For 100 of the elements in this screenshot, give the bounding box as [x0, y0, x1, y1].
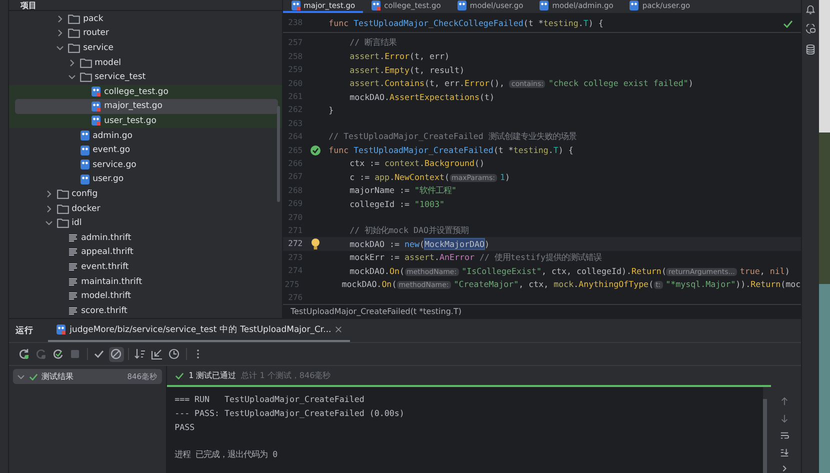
tree-item[interactable]: service: [14, 40, 278, 56]
code-line: assert.Empty(t, result): [348, 64, 464, 75]
chevron-down-icon[interactable]: [68, 73, 76, 82]
console-line: 进程 已完成，退出代码为 0: [174, 448, 279, 461]
tree-item[interactable]: college_test.go: [14, 84, 278, 100]
import-icon[interactable]: [150, 346, 165, 362]
chevron-right-icon[interactable]: [56, 14, 64, 23]
text-file-icon: [68, 247, 78, 258]
code-line: majorName := "软件工程": [348, 184, 457, 196]
folder-icon: [80, 72, 92, 82]
chevron-down-icon[interactable]: [16, 372, 25, 380]
folder-icon: [68, 28, 80, 38]
tree-item[interactable]: admin.go: [14, 128, 278, 143]
tree-item[interactable]: user_test.go: [14, 114, 278, 128]
close-icon[interactable]: [335, 326, 342, 333]
text-file-icon: [68, 291, 78, 302]
chat-icon[interactable]: [804, 24, 816, 35]
tree-item[interactable]: admin.thrift: [14, 230, 278, 246]
breadcrumb[interactable]: TestUploadMajor_CreateFailed(t *testing.T): [290, 307, 462, 316]
test-status: 1 测试已通过: [188, 370, 236, 381]
line-number: 272: [287, 239, 303, 248]
scrollbar[interactable]: [276, 106, 280, 202]
tree-item[interactable]: service_test: [14, 70, 278, 84]
go-file-icon: [539, 0, 550, 11]
wrap-lines-icon[interactable]: [780, 431, 790, 440]
history-icon[interactable]: [166, 346, 182, 362]
scrollbar[interactable]: [762, 399, 767, 473]
database-icon[interactable]: [804, 44, 816, 55]
folder-icon: [56, 188, 69, 199]
tree-item[interactable]: maintain.thrift: [14, 274, 278, 289]
scroll-to-end-icon[interactable]: [780, 448, 790, 457]
code-line: mockErr := assert.AnError // 使用testify提供的测试错误: [348, 252, 602, 263]
tree-item[interactable]: router: [14, 26, 278, 41]
console-line: --- PASS: TestUploadMajor_CreateFailed (0.00s): [174, 407, 406, 420]
text-file-icon: [68, 232, 78, 243]
tree-item[interactable]: event.thrift: [14, 260, 278, 274]
go-file-icon: [80, 174, 90, 185]
go-file-icon: [629, 0, 640, 11]
chevron-down-icon[interactable]: [44, 219, 53, 228]
go-test-file-icon: [371, 0, 382, 11]
chevron-right-icon[interactable]: [781, 465, 788, 472]
run-tab[interactable]: judgeMore/biz/service/service_test 中的 TestUploadMajor_Cr...: [48, 319, 350, 342]
text-file-icon: [68, 262, 78, 272]
tree-item[interactable]: model: [14, 55, 278, 70]
chevron-down-icon[interactable]: [56, 44, 64, 52]
arrow-down-icon[interactable]: [780, 414, 790, 423]
folder-icon: [68, 14, 80, 24]
code-line: }: [328, 104, 334, 115]
folder-icon: [80, 58, 92, 68]
check-icon: [174, 372, 184, 380]
tree-item[interactable]: user.go: [14, 172, 278, 187]
go-file-icon: [80, 144, 90, 156]
panel-title[interactable]: 运行: [16, 324, 34, 336]
go-test-file-icon: [290, 0, 301, 11]
chevron-right-icon[interactable]: [56, 29, 64, 38]
folder-icon: [56, 218, 69, 228]
sort-icon[interactable]: [132, 346, 148, 362]
code-line: // 初始化mock DAO并设置预期: [348, 224, 469, 236]
go-test-file-icon: [91, 86, 102, 98]
code-line: // TestUploadMajor_CreateFailed 测试创建专业失败的场景: [328, 131, 576, 142]
text-file-icon: [68, 306, 78, 316]
tree-item[interactable]: appeal.thrift: [14, 245, 278, 260]
lightbulb-icon[interactable]: [311, 238, 320, 250]
tree-item[interactable]: idl: [14, 216, 278, 230]
folder-icon: [56, 204, 69, 214]
panel-title[interactable]: 项目: [20, 0, 37, 10]
code-line: func TestUploadMajor_CheckCollegeFailed(t *testing.T) {: [328, 18, 604, 28]
tree-item[interactable]: score.thrift: [14, 303, 278, 318]
folder-icon: [68, 43, 80, 54]
chevron-right-icon[interactable]: [44, 204, 53, 213]
tree-item[interactable]: major_test.go: [14, 99, 278, 114]
chevron-right-icon[interactable]: [44, 190, 53, 198]
bell-icon[interactable]: [804, 4, 816, 15]
test-summary: 总计 1 个测试，846毫秒: [241, 370, 331, 381]
code-line: collegeId := "1003": [348, 198, 444, 209]
console-line: === RUN TestUploadMajor_CreateFailed: [174, 393, 366, 406]
go-test-file-icon: [91, 115, 102, 126]
console-line: PASS: [174, 421, 196, 434]
text-file-icon: [68, 276, 78, 287]
show-ignored-icon[interactable]: [108, 346, 124, 362]
tree-item[interactable]: event.go: [14, 142, 278, 158]
arrow-up-icon[interactable]: [780, 397, 790, 406]
tree-item[interactable]: service.go: [14, 157, 278, 172]
go-file-icon: [456, 0, 467, 11]
code-line: ctx := context.Background(): [348, 158, 484, 168]
go-file-icon: [80, 159, 90, 170]
code-line: mockDAO := new(MockMajorDAO): [348, 238, 490, 249]
tree-item[interactable]: pack: [14, 12, 278, 26]
tree-item[interactable]: config: [14, 186, 278, 202]
tree-item[interactable]: docker: [14, 201, 278, 216]
tree-item[interactable]: model.thrift: [14, 288, 278, 304]
code-line: mockDAO.AssertExpectations(t): [348, 92, 494, 102]
code-line: func TestUploadMajor_CreateFailed(t *testing.T) {: [328, 145, 574, 156]
code-line: assert.Error(t, err): [348, 51, 450, 62]
go-test-file-icon: [91, 100, 102, 112]
chevron-right-icon[interactable]: [68, 58, 76, 67]
go-test-file-icon: [56, 324, 66, 335]
run-test-icon[interactable]: [310, 144, 322, 156]
code-line: // 断言结果: [348, 37, 397, 48]
check-icon[interactable]: [782, 20, 793, 28]
